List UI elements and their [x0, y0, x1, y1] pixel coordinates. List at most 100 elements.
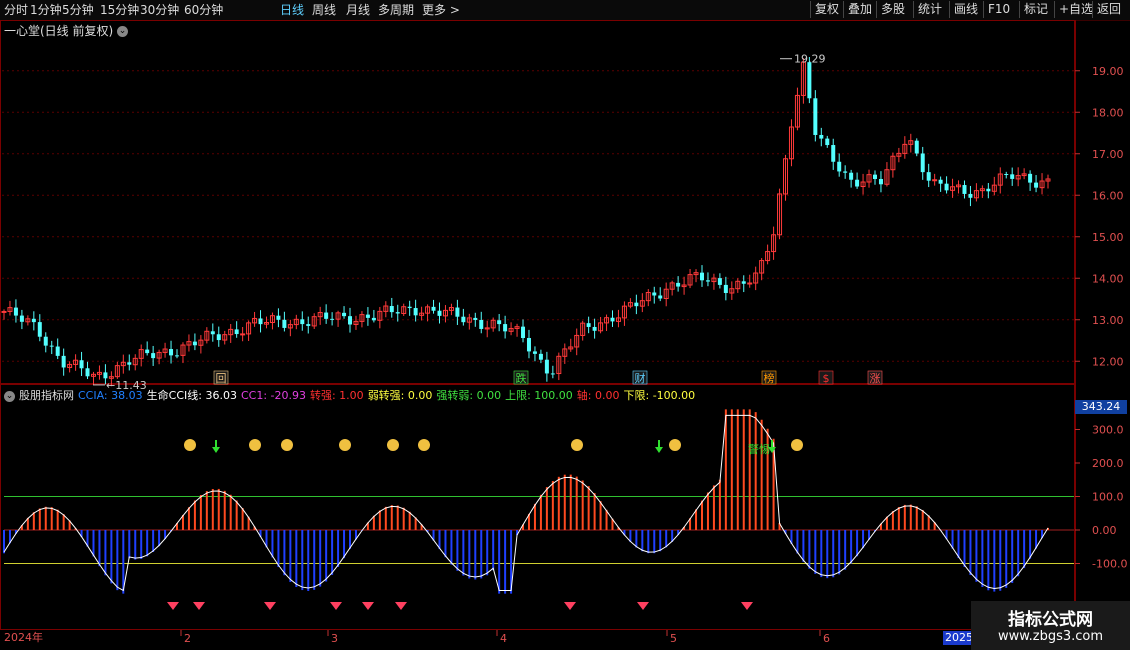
candle-body — [103, 372, 108, 379]
diamond-icon — [362, 602, 374, 610]
money-bag-icon — [571, 439, 583, 451]
candle-body — [634, 302, 639, 307]
indicator-tick-label: -100.0 — [1092, 558, 1127, 571]
candle-body — [825, 138, 830, 146]
candle-body — [210, 331, 215, 335]
price-tick-label: 15.00 — [1092, 231, 1124, 244]
candle-body — [843, 171, 848, 173]
candle-body — [348, 316, 353, 325]
candle-body — [19, 315, 24, 322]
indicator-item-8: 下限: -100.00 — [623, 389, 696, 402]
candle-body — [127, 362, 132, 365]
candle-body — [920, 153, 925, 173]
candle-body — [43, 336, 48, 346]
candle-body — [330, 318, 335, 320]
candle-body — [807, 62, 812, 99]
event-label-3: 榜 — [764, 371, 775, 385]
candle-body — [932, 179, 938, 182]
diamond-icon — [637, 602, 649, 610]
candle-body — [741, 281, 746, 284]
candle-body — [37, 322, 42, 337]
candle-body — [1010, 174, 1015, 179]
candle-body — [503, 324, 508, 332]
candle-body — [849, 172, 854, 180]
candle-body — [652, 292, 657, 296]
month-label: 2 — [184, 632, 191, 645]
indicator-item-5: 强转弱: 0.00 — [436, 389, 502, 402]
candle-body — [550, 373, 555, 375]
candle-body — [407, 306, 412, 309]
price-tick-label: 13.00 — [1092, 314, 1124, 327]
candle-body — [914, 140, 919, 154]
candle-body — [455, 307, 460, 317]
money-bag-icon — [339, 439, 351, 451]
candle-body — [342, 312, 347, 317]
candle-body — [437, 310, 442, 316]
indicator-current-value: 343.24 — [1075, 400, 1127, 414]
candle-body — [389, 306, 394, 313]
candle-body — [544, 359, 549, 374]
candle-body — [747, 282, 753, 285]
chart-canvas[interactable]: 19.00 18.00 17.00 16.00 15.00 14.00 13.00 12.00… — [0, 0, 1130, 650]
candle-body — [855, 179, 860, 187]
candle-body — [473, 317, 478, 320]
indicator-item-7: 轴: 0.00 — [576, 389, 620, 402]
candle-body — [658, 295, 663, 299]
candle-body — [431, 306, 436, 311]
indicator-item-2: CC1: -20.93 — [240, 389, 306, 402]
candle-body — [968, 193, 973, 198]
diamond-icon — [395, 602, 407, 610]
candle-body — [365, 314, 370, 318]
diamond-icon — [330, 602, 342, 610]
candle-body — [986, 188, 991, 192]
money-bag-icon — [791, 439, 803, 451]
candle-body — [521, 326, 526, 339]
candle-body — [13, 307, 18, 316]
watermark-banner: 指标公式网 www.zbgs3.com — [971, 601, 1130, 650]
money-bag-icon — [249, 439, 261, 451]
indicator-item-6: 上限: 100.00 — [505, 389, 573, 402]
candle-body — [79, 360, 84, 369]
candle-body — [676, 282, 681, 287]
diamond-icon — [193, 602, 205, 610]
candle-body — [1004, 174, 1009, 176]
down-arrow-head — [212, 447, 220, 453]
cci-line — [3, 414, 1049, 592]
candle-body — [813, 98, 818, 135]
watermark-url: www.zbgs3.com — [997, 629, 1104, 644]
candle-body — [282, 319, 287, 328]
month-label: 4 — [500, 632, 507, 645]
candle-body — [819, 134, 824, 139]
candle-body — [300, 319, 305, 325]
candle-body — [705, 280, 710, 282]
month-label: 6 — [823, 632, 830, 645]
candle-body — [395, 312, 400, 314]
candle-body — [962, 185, 967, 194]
candle-body — [234, 329, 239, 335]
price-tick-label: 18.00 — [1092, 106, 1124, 119]
candle-body — [175, 355, 180, 357]
candle-body — [479, 319, 484, 329]
down-arrow-head — [655, 447, 663, 453]
candle-body — [61, 355, 66, 368]
candle-body — [192, 341, 197, 346]
candle-body — [926, 172, 931, 181]
indicator-tick-label: 100.0 — [1092, 491, 1124, 504]
candle-body — [497, 320, 502, 325]
candle-body — [592, 326, 597, 331]
high-price-label: 19.29 — [794, 53, 826, 66]
diamond-icon — [741, 602, 753, 610]
price-tick-label: 16.00 — [1092, 189, 1124, 202]
diamond-icon — [167, 602, 179, 610]
candle-body — [31, 318, 36, 323]
candle-body — [85, 368, 90, 377]
candle-body — [837, 161, 842, 172]
price-tick-label: 14.00 — [1092, 272, 1124, 285]
event-label-1: 跌 — [516, 371, 527, 385]
indicator-menu-icon[interactable]: ⌄ — [4, 390, 15, 402]
month-label: 5 — [670, 632, 677, 645]
price-tick-label: 12.00 — [1092, 355, 1124, 368]
indicator-item-0: CCIA: 38.03 — [78, 389, 143, 402]
event-label-4: $ — [823, 372, 830, 385]
candle-body — [586, 323, 591, 327]
